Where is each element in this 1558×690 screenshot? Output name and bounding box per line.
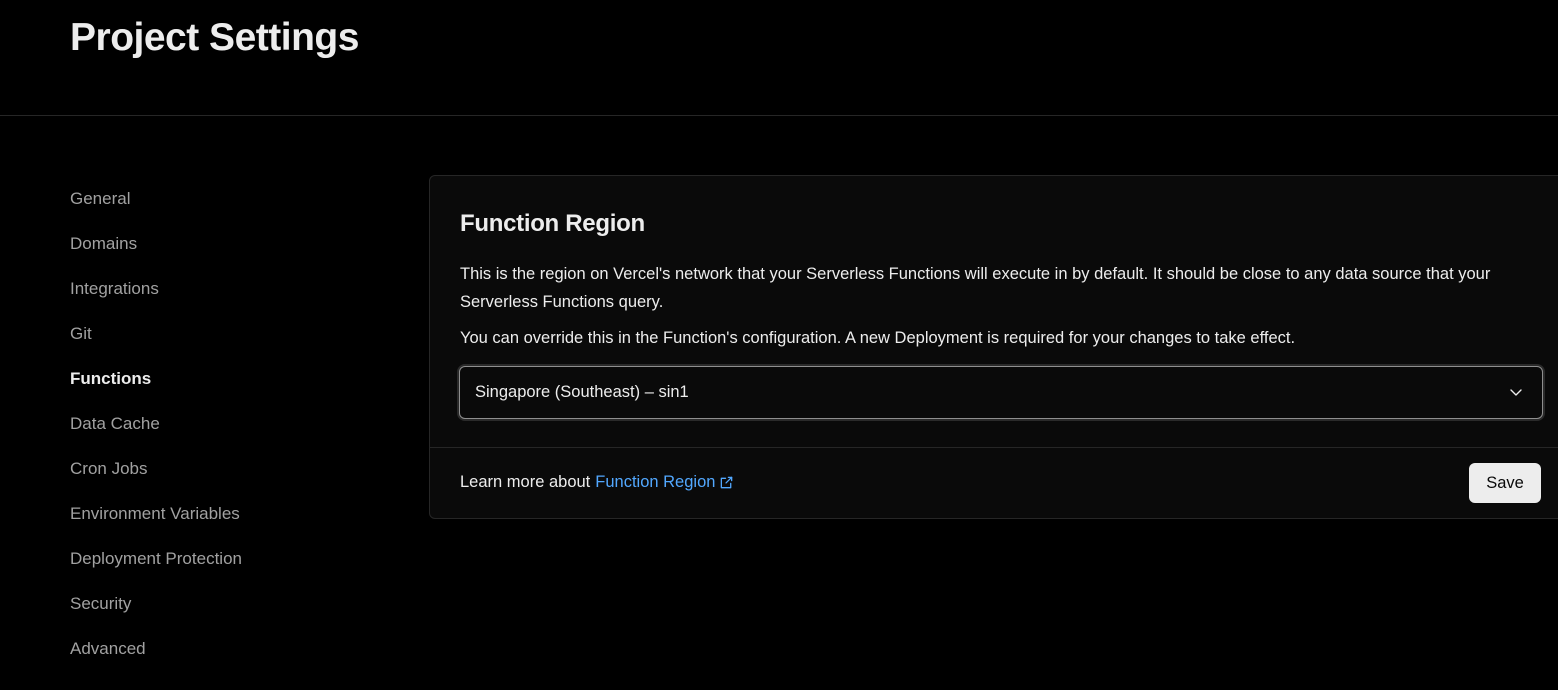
card-description-override: You can override this in the Function's … — [460, 329, 1296, 347]
function-region-docs-link[interactable]: Function Region — [595, 473, 734, 492]
learn-more-text: Learn more about Function Region — [460, 473, 734, 492]
sidebar-item-integrations[interactable]: Integrations — [70, 266, 370, 311]
chevron-down-icon — [1510, 389, 1522, 396]
page-title: Project Settings — [70, 16, 359, 59]
sidebar-item-git[interactable]: Git — [70, 311, 370, 356]
sidebar-item-deployment-protection[interactable]: Deployment Protection — [70, 536, 370, 581]
sidebar-item-data-cache[interactable]: Data Cache — [70, 401, 370, 446]
learn-more-prefix: Learn more about — [460, 473, 591, 491]
region-select-value: Singapore (Southeast) – sin1 — [475, 383, 689, 401]
sidebar-item-domains[interactable]: Domains — [70, 221, 370, 266]
card-footer: Learn more about Function Region Save — [430, 447, 1558, 519]
sidebar-item-general[interactable]: General — [70, 176, 370, 221]
save-button[interactable]: Save — [1469, 463, 1541, 503]
learn-more-link-label: Function Region — [595, 473, 716, 491]
sidebar-item-cron-jobs[interactable]: Cron Jobs — [70, 446, 370, 491]
sidebar-item-environment-variables[interactable]: Environment Variables — [70, 491, 370, 536]
sidebar-item-advanced[interactable]: Advanced — [70, 626, 370, 671]
function-region-card: Function Region This is the region on Ve… — [429, 175, 1558, 519]
sidebar-item-functions[interactable]: Functions — [70, 356, 370, 401]
settings-sidebar: General Domains Integrations Git Functio… — [70, 176, 370, 671]
sidebar-item-security[interactable]: Security — [70, 581, 370, 626]
card-description: This is the region on Vercel's network t… — [460, 265, 1491, 311]
page-header: Project Settings — [0, 0, 1558, 116]
external-link-icon — [721, 476, 733, 489]
region-select[interactable]: Singapore (Southeast) – sin1 — [459, 366, 1543, 419]
card-title: Function Region — [460, 210, 645, 237]
